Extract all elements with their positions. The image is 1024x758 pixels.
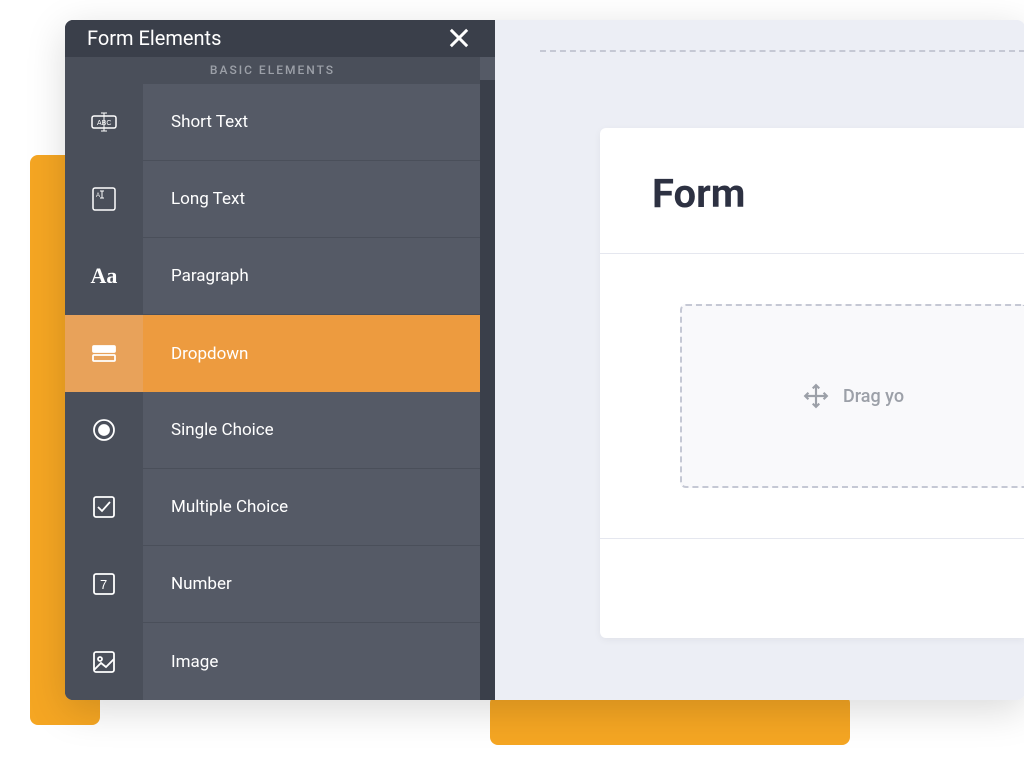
element-icon-cell: Aa — [65, 238, 143, 314]
element-icon-cell — [65, 623, 143, 700]
element-icon-cell: 7 — [65, 546, 143, 622]
element-label: Single Choice — [143, 420, 274, 440]
element-item-long-text[interactable]: A Long Text — [65, 161, 480, 238]
svg-text:7: 7 — [100, 577, 107, 592]
section-header-basic: BASIC ELEMENTS — [65, 57, 480, 84]
element-label: Short Text — [143, 112, 248, 132]
paragraph-icon: Aa — [91, 263, 118, 289]
drop-zone[interactable]: Drag yo — [680, 304, 1024, 488]
element-list: ABC Short Text A — [65, 84, 480, 700]
sidebar-title: Form Elements — [87, 26, 221, 50]
sidebar-header: Form Elements — [65, 20, 495, 57]
form-title-area[interactable]: Form — [600, 128, 1024, 254]
long-text-icon: A — [90, 185, 118, 213]
element-item-paragraph[interactable]: Aa Paragraph — [65, 238, 480, 315]
short-text-icon: ABC — [90, 108, 118, 136]
element-icon-cell: ABC — [65, 84, 143, 160]
form-title: Form — [652, 170, 973, 217]
sidebar-scrollbar[interactable] — [480, 80, 495, 700]
form-builder-window: Form Elements BASIC ELEMENTS ABC — [65, 20, 1024, 700]
element-label: Number — [143, 574, 232, 594]
element-item-number[interactable]: 7 Number — [65, 546, 480, 623]
element-item-multiple-choice[interactable]: Multiple Choice — [65, 469, 480, 546]
element-icon-cell — [65, 469, 143, 545]
drop-zone-hint: Drag yo — [843, 386, 904, 407]
form-footer-divider — [600, 538, 1024, 539]
dropdown-icon — [90, 340, 118, 368]
element-label: Dropdown — [143, 344, 248, 364]
form-canvas: Form Drag yo — [495, 20, 1024, 700]
close-icon — [445, 24, 473, 52]
element-item-dropdown[interactable]: Dropdown — [65, 315, 480, 392]
element-label: Image — [143, 652, 218, 672]
decorative-accent-bottom — [490, 695, 850, 745]
element-label: Multiple Choice — [143, 497, 288, 517]
close-button[interactable] — [445, 24, 473, 52]
number-icon: 7 — [90, 570, 118, 598]
element-item-image[interactable]: Image — [65, 623, 480, 700]
radio-icon — [90, 416, 118, 444]
move-icon — [803, 383, 829, 409]
element-item-short-text[interactable]: ABC Short Text — [65, 84, 480, 161]
elements-sidebar: Form Elements BASIC ELEMENTS ABC — [65, 20, 495, 700]
canvas-divider — [540, 50, 1024, 52]
element-label: Paragraph — [143, 266, 249, 286]
element-icon-cell: A — [65, 161, 143, 237]
element-item-single-choice[interactable]: Single Choice — [65, 392, 480, 469]
element-icon-cell — [65, 392, 143, 468]
element-label: Long Text — [143, 189, 245, 209]
element-icon-cell — [65, 315, 143, 392]
svg-text:A: A — [96, 193, 100, 199]
checkbox-icon — [90, 493, 118, 521]
form-body: Drag yo — [600, 254, 1024, 538]
image-icon — [90, 648, 118, 676]
form-card: Form Drag yo — [600, 128, 1024, 638]
